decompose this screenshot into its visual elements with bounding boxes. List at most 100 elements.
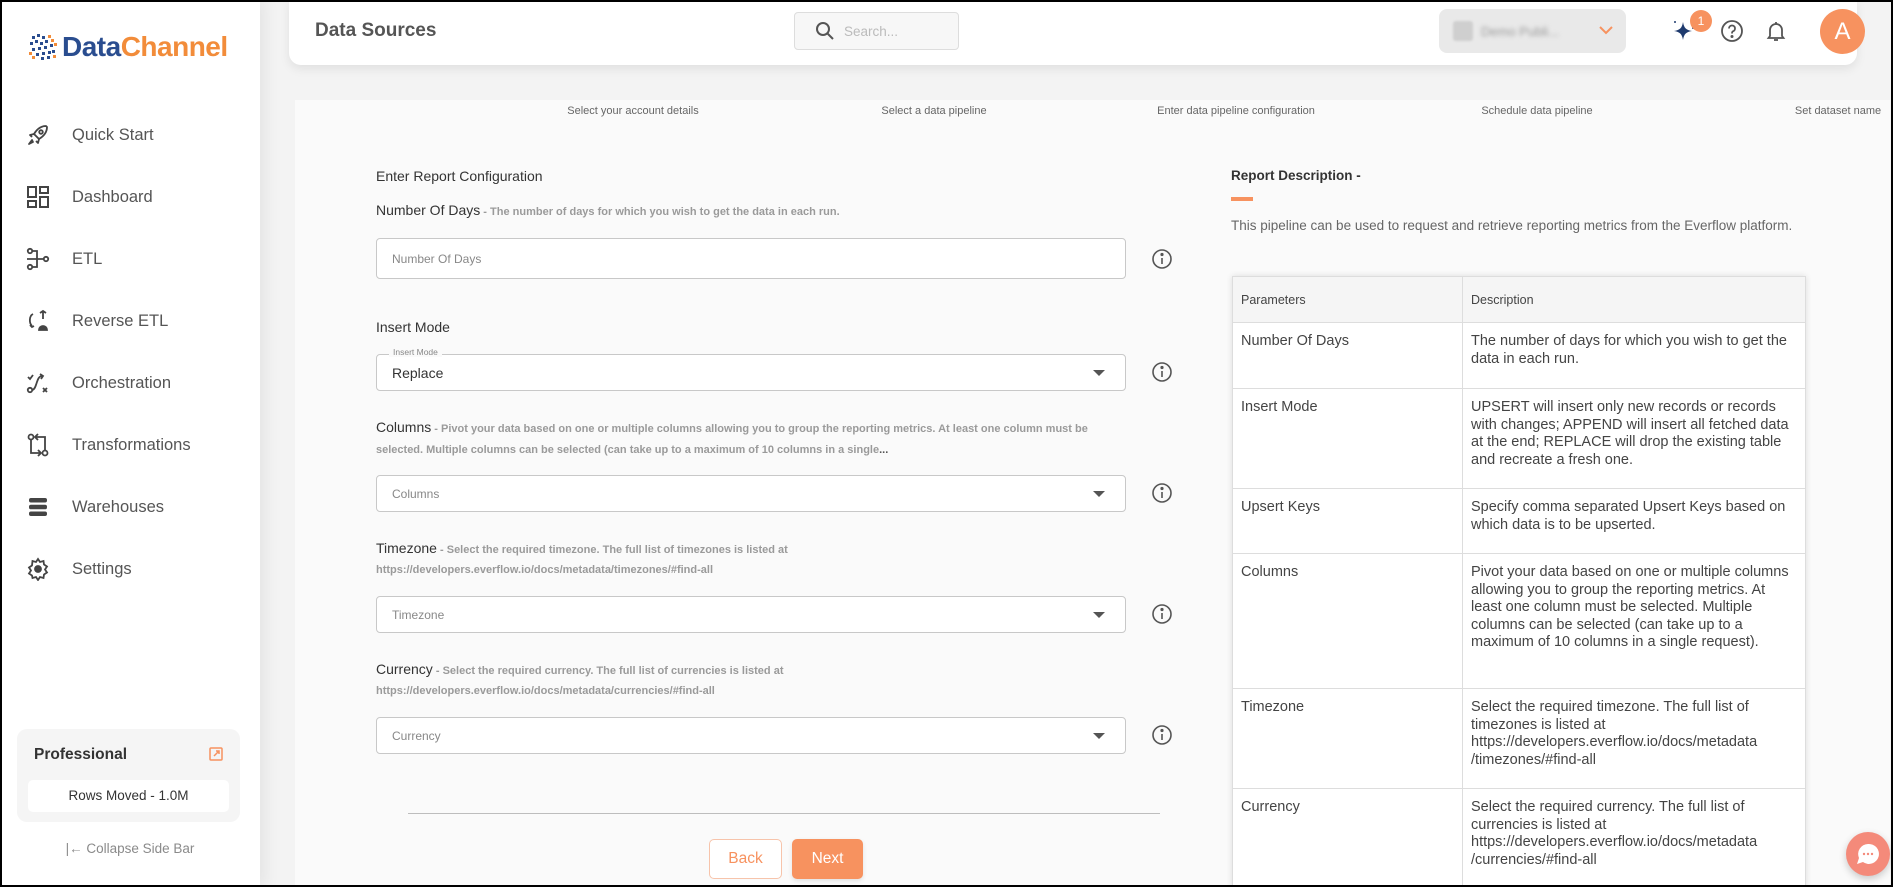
table-row: Insert Mode UPSERT will insert only new … <box>1232 388 1806 489</box>
number-of-days-input[interactable]: Number Of Days <box>376 238 1126 279</box>
step-label[interactable]: Set dataset name <box>1688 105 1893 117</box>
param-name: Insert Mode <box>1232 388 1463 489</box>
currency-select[interactable]: Currency <box>376 717 1126 754</box>
param-name: Upsert Keys <box>1232 488 1463 554</box>
select-placeholder: Timezone <box>392 607 445 622</box>
field-hint-url: https://developers.everflow.io/docs/meta… <box>376 685 715 697</box>
sidebar-item-label: Settings <box>72 559 132 578</box>
dropdown-caret-icon <box>1093 369 1105 376</box>
step-label[interactable]: Schedule data pipeline <box>1387 105 1687 117</box>
select-value: Replace <box>392 364 444 381</box>
plan-name: Professional <box>34 746 128 763</box>
param-name: Currency <box>1232 788 1463 887</box>
select-placeholder: Columns <box>392 486 440 501</box>
form-divider <box>408 813 1160 814</box>
info-icon[interactable] <box>1151 248 1173 270</box>
workspace-name: Demo Publi... <box>1481 23 1560 39</box>
columns-label: Columns - Pivot your data based on one o… <box>376 418 1096 460</box>
sidebar-item-orchestration[interactable]: Orchestration <box>0 352 260 414</box>
currency-label: Currency - Select the required currency.… <box>376 660 1096 701</box>
table-header-row: Parameters Description <box>1232 276 1806 323</box>
logo[interactable]: DataChannel <box>26 30 228 64</box>
description-title: Report Description - <box>1231 168 1361 183</box>
workspace-selector[interactable]: Demo Publi... <box>1439 9 1626 53</box>
param-description: Select the required timezone. The full l… <box>1462 688 1806 789</box>
sidebar-item-reverse-etl[interactable]: Reverse ETL <box>0 290 260 352</box>
logo-text-channel: Channel <box>120 31 228 62</box>
sidebar-item-label: Warehouses <box>72 497 165 516</box>
dropdown-caret-icon <box>1093 490 1105 497</box>
sidebar: DataChannel Quick Start Dashboard ETL Re… <box>0 0 260 887</box>
sidebar-item-label: Reverse ETL <box>72 311 169 330</box>
main-content: Select your account details Select a dat… <box>295 100 1890 887</box>
reverse-etl-icon <box>26 309 50 333</box>
param-name: Number Of Days <box>1232 322 1463 389</box>
next-button[interactable]: Next <box>792 839 863 879</box>
sidebar-item-settings[interactable]: Settings <box>0 538 260 600</box>
sidebar-item-transformations[interactable]: Transformations <box>0 414 260 476</box>
user-avatar[interactable]: A <box>1820 9 1865 54</box>
title-accent-bar <box>1231 197 1253 201</box>
read-more-ellipsis[interactable]: ... <box>879 444 888 456</box>
warehouse-stack-icon <box>26 495 50 519</box>
gear-icon <box>26 557 50 581</box>
sidebar-item-dashboard[interactable]: Dashboard <box>0 166 260 228</box>
description-text: This pipeline can be used to request and… <box>1231 218 1793 233</box>
field-hint: - Select the required timezone. The full… <box>436 544 788 556</box>
external-link-icon[interactable] <box>209 747 223 761</box>
input-placeholder: Number Of Days <box>392 251 482 266</box>
help-circle-icon[interactable] <box>1719 18 1745 44</box>
transformations-icon <box>26 433 50 457</box>
step-label[interactable]: Select a data pipeline <box>784 105 1084 117</box>
sidebar-item-label: Transformations <box>72 435 191 454</box>
field-label-text: Columns <box>376 419 432 435</box>
logo-text: DataChannel <box>62 31 228 63</box>
field-label-text: Insert Mode <box>376 319 450 335</box>
workspace-avatar-icon <box>1453 21 1473 41</box>
param-name: Columns <box>1232 553 1463 689</box>
param-name: Timezone <box>1232 688 1463 789</box>
info-icon[interactable] <box>1151 724 1173 746</box>
column-header-description: Description <box>1462 276 1806 323</box>
search-input[interactable] <box>844 23 954 39</box>
chat-support-button[interactable] <box>1846 832 1890 876</box>
insert-mode-select[interactable]: Insert Mode Replace <box>376 347 1126 391</box>
rocket-icon <box>26 123 50 147</box>
logo-text-data: Data <box>62 31 121 62</box>
chat-bubble-icon <box>1857 843 1879 864</box>
sidebar-item-warehouses[interactable]: Warehouses <box>0 476 260 538</box>
timezone-select[interactable]: Timezone <box>376 596 1126 633</box>
bell-icon[interactable] <box>1763 18 1789 44</box>
table-row: Timezone Select the required timezone. T… <box>1232 688 1806 789</box>
field-label-text: Currency <box>376 661 433 677</box>
step-label[interactable]: Enter data pipeline configuration <box>1086 105 1386 117</box>
dropdown-caret-icon <box>1093 611 1105 618</box>
number-of-days-label: Number Of Days - The number of days for … <box>376 201 1096 222</box>
info-icon[interactable] <box>1151 603 1173 625</box>
parameters-table: Parameters Description Number Of Days Th… <box>1232 276 1806 887</box>
step-label[interactable]: Select your account details <box>483 105 783 117</box>
sidebar-item-label: Orchestration <box>72 373 172 392</box>
sidebar-item-label: ETL <box>72 249 103 268</box>
page-title: Data Sources <box>315 20 437 41</box>
info-icon[interactable] <box>1151 361 1173 383</box>
field-label-text: Timezone <box>376 540 437 556</box>
collapse-sidebar-button[interactable]: |← Collapse Side Bar <box>0 841 260 856</box>
back-button[interactable]: Back <box>709 839 782 879</box>
etl-pipeline-icon <box>26 247 50 271</box>
param-description: Specify comma separated Upsert Keys base… <box>1462 488 1806 554</box>
columns-select[interactable]: Columns <box>376 475 1126 512</box>
field-hint: - Pivot your data based on one or multip… <box>376 423 1088 456</box>
table-row: Upsert Keys Specify comma separated Upse… <box>1232 488 1806 554</box>
dashboard-grid-icon <box>26 185 50 209</box>
sidebar-item-etl[interactable]: ETL <box>0 228 260 290</box>
dropdown-caret-icon <box>1093 732 1105 739</box>
stepper: Select your account details Select a dat… <box>295 100 1890 124</box>
table-row: Columns Pivot your data based on one or … <box>1232 553 1806 689</box>
search-box[interactable] <box>794 12 959 50</box>
sidebar-item-quick-start[interactable]: Quick Start <box>0 104 260 166</box>
chevron-down-icon <box>1599 26 1613 35</box>
field-hint: - Select the required currency. The full… <box>432 665 784 677</box>
sidebar-nav: Quick Start Dashboard ETL Reverse ETL Or… <box>0 104 260 600</box>
info-icon[interactable] <box>1151 482 1173 504</box>
